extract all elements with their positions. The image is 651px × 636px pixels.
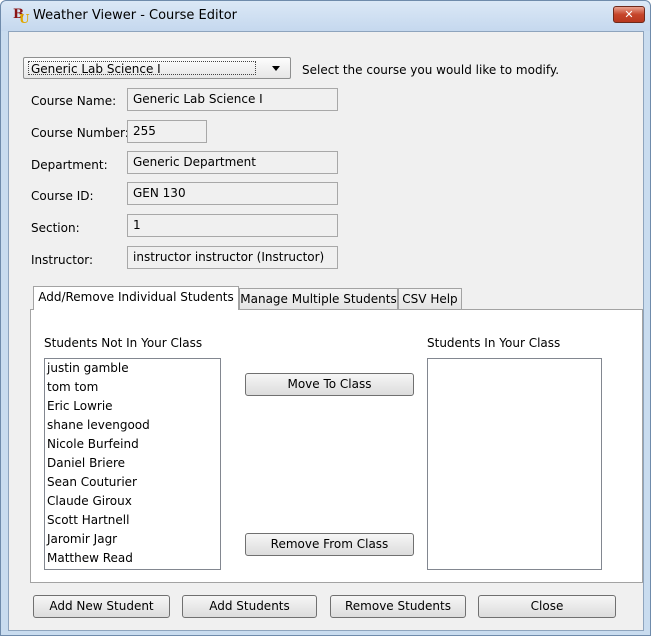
- course-select-hint: Select the course you would like to modi…: [302, 63, 560, 77]
- not-in-class-list[interactable]: justin gamble tom tom Eric Lowrie shane …: [44, 358, 221, 570]
- list-item[interactable]: justin gamble: [45, 359, 220, 378]
- add-students-button[interactable]: Add Students: [182, 595, 317, 618]
- list-item[interactable]: Eric Lowrie: [45, 397, 220, 416]
- close-button[interactable]: Close: [478, 595, 616, 618]
- list-item[interactable]: Nicole Burfeind: [45, 435, 220, 454]
- department-label: Department:: [31, 158, 108, 172]
- list-item[interactable]: Sean Couturier: [45, 473, 220, 492]
- remove-from-class-button[interactable]: Remove From Class: [245, 533, 414, 556]
- section-label: Section:: [31, 221, 80, 235]
- list-item[interactable]: shane levengood: [45, 416, 220, 435]
- tab-csv-help[interactable]: CSV Help: [398, 288, 462, 310]
- list-item[interactable]: Jaromir Jagr: [45, 530, 220, 549]
- course-select[interactable]: Generic Lab Science I: [23, 57, 291, 79]
- list-item[interactable]: Claude Giroux: [45, 492, 220, 511]
- logo-letter-u: U: [19, 12, 30, 26]
- course-number-field[interactable]: 255: [127, 120, 207, 143]
- course-name-label: Course Name:: [31, 94, 117, 108]
- course-id-field[interactable]: GEN 130: [127, 182, 338, 205]
- instructor-label: Instructor:: [31, 253, 94, 267]
- instructor-field[interactable]: instructor instructor (Instructor): [127, 246, 338, 269]
- section-field[interactable]: 1: [127, 214, 338, 237]
- window-title: Weather Viewer - Course Editor: [33, 8, 238, 23]
- not-in-class-title: Students Not In Your Class: [44, 336, 203, 350]
- close-icon[interactable]: ✕: [613, 6, 645, 23]
- in-class-title: Students In Your Class: [427, 336, 561, 350]
- department-field[interactable]: Generic Department: [127, 151, 338, 174]
- list-item[interactable]: tom tom: [45, 378, 220, 397]
- course-id-label: Course ID:: [31, 189, 94, 203]
- move-to-class-button[interactable]: Move To Class: [245, 373, 414, 396]
- remove-students-button[interactable]: Remove Students: [330, 595, 466, 618]
- list-item[interactable]: Daniel Briere: [45, 454, 220, 473]
- bu-logo-icon: B U: [13, 7, 30, 26]
- tab-manage-multiple[interactable]: Manage Multiple Students: [239, 288, 398, 310]
- list-item[interactable]: Matthew Read: [45, 549, 220, 568]
- course-name-field[interactable]: Generic Lab Science I: [127, 88, 338, 111]
- course-number-label: Course Number:: [31, 126, 129, 140]
- add-new-student-button[interactable]: Add New Student: [33, 595, 170, 618]
- tab-add-remove-individual[interactable]: Add/Remove Individual Students: [33, 286, 239, 310]
- title-bar[interactable]: B U Weather Viewer - Course Editor ✕: [1, 1, 650, 31]
- in-class-list[interactable]: [427, 358, 602, 570]
- list-item[interactable]: Scott Hartnell: [45, 511, 220, 530]
- chevron-down-icon: [272, 66, 280, 71]
- course-select-value: Generic Lab Science I: [28, 61, 256, 75]
